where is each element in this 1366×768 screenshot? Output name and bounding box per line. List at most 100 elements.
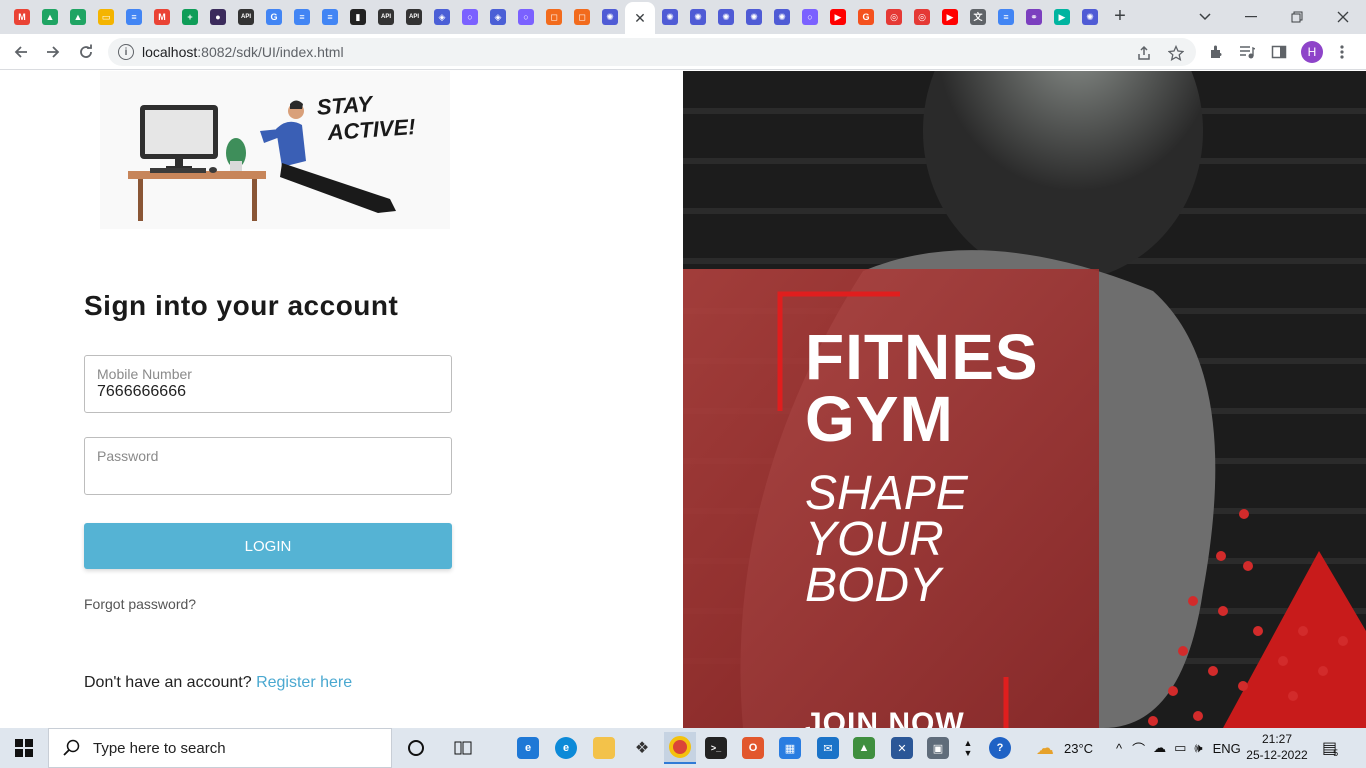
more-menu-icon[interactable] <box>1333 43 1351 61</box>
browser-tab[interactable]: ◎ <box>880 2 908 32</box>
browser-tab[interactable]: ▭ <box>92 2 120 32</box>
help-icon: ? <box>989 737 1011 759</box>
gear-icon: ✺ <box>690 9 706 25</box>
browser-tab[interactable]: G <box>260 2 288 32</box>
browser-tab[interactable]: G <box>852 2 880 32</box>
browser-tab[interactable]: ▲ <box>36 2 64 32</box>
network-icon[interactable]: ⌒ <box>1132 739 1145 758</box>
active-tab[interactable]: ✕ <box>625 2 655 34</box>
browser-tab[interactable]: ▶ <box>936 2 964 32</box>
browser-tab[interactable]: API <box>400 2 428 32</box>
browser-tab[interactable]: ▶ <box>1048 2 1076 32</box>
minimize-button[interactable] <box>1228 0 1274 34</box>
taskbar-internet-explorer[interactable]: e <box>512 732 544 764</box>
register-link[interactable]: Register here <box>256 674 352 691</box>
browser-tab[interactable]: ◈ <box>428 2 456 32</box>
mobile-number-field[interactable]: Mobile Number 7666666666 <box>84 355 452 413</box>
browser-tab[interactable]: ✺ <box>768 2 796 32</box>
profile-avatar[interactable]: H <box>1301 41 1323 63</box>
google-docs-icon: ≡ <box>322 9 338 25</box>
url-text[interactable]: localhost:8082/sdk/UI/index.html <box>142 44 344 60</box>
language-indicator[interactable]: ENG <box>1213 741 1241 756</box>
weather-widget[interactable]: ☁ 23°C <box>1036 728 1093 768</box>
side-panel-icon[interactable] <box>1270 43 1288 61</box>
reload-button[interactable] <box>73 39 99 65</box>
target-icon: ◎ <box>886 9 902 25</box>
media-control-icon[interactable] <box>1238 43 1256 61</box>
browser-tab[interactable]: API <box>232 2 260 32</box>
browser-tab[interactable]: ✺ <box>656 2 684 32</box>
forgot-password-link[interactable]: Forgot password? <box>84 596 196 612</box>
browser-tab[interactable]: M <box>8 2 36 32</box>
address-bar[interactable]: i localhost:8082/sdk/UI/index.html <box>108 38 1196 66</box>
start-button[interactable] <box>0 728 48 768</box>
notification-center[interactable]: ▤ 5 <box>1322 728 1338 768</box>
browser-tab[interactable]: ≡ <box>992 2 1020 32</box>
browser-tab[interactable]: + <box>176 2 204 32</box>
taskbar-chart-app[interactable]: ▲ <box>848 732 880 764</box>
back-button[interactable] <box>8 39 34 65</box>
browser-tab[interactable]: ▶ <box>824 2 852 32</box>
volume-icon[interactable]: 🕪 <box>1194 740 1202 756</box>
minimize-icon <box>1245 16 1257 18</box>
password-field[interactable]: Password <box>84 437 452 495</box>
taskbar-scroll[interactable]: ▲ ▼ <box>960 728 976 768</box>
browser-tab[interactable]: ◈ <box>484 2 512 32</box>
task-view-icon <box>454 741 472 755</box>
new-tab-button[interactable]: + <box>1108 4 1132 28</box>
taskbar-terminal[interactable]: >_ <box>700 732 732 764</box>
browser-tab[interactable]: ◎ <box>908 2 936 32</box>
browser-tab[interactable]: M <box>148 2 176 32</box>
tab-search-button[interactable] <box>1182 0 1228 34</box>
browser-tab[interactable]: API <box>372 2 400 32</box>
browser-tab[interactable]: ✺ <box>596 2 624 32</box>
browser-tab[interactable]: ◻ <box>568 2 596 32</box>
taskbar-window-app[interactable]: ▣ <box>922 732 954 764</box>
taskbar-vs-code-app[interactable]: ✕ <box>886 732 918 764</box>
browser-tab[interactable]: ≡ <box>316 2 344 32</box>
arrow-left-icon <box>14 46 27 58</box>
login-button[interactable]: LOGIN <box>84 523 452 569</box>
taskbar-chrome[interactable] <box>664 732 696 764</box>
link-icon: ⚭ <box>1026 9 1042 25</box>
clock[interactable]: 21:27 25-12-2022 <box>1244 731 1310 763</box>
site-info-icon[interactable]: i <box>118 44 134 60</box>
browser-tab[interactable]: ✺ <box>740 2 768 32</box>
notification-count: 5 <box>1333 748 1339 758</box>
share-icon[interactable] <box>1135 44 1153 62</box>
browser-tab[interactable]: ⚭ <box>1020 2 1048 32</box>
cortana-button[interactable] <box>400 732 432 764</box>
mobile-number-value[interactable]: 7666666666 <box>97 383 186 401</box>
forward-button[interactable] <box>40 39 66 65</box>
onedrive-icon[interactable]: ☁ <box>1153 740 1166 756</box>
help-button[interactable]: ? <box>984 732 1016 764</box>
show-hidden-icons[interactable]: ^ <box>1116 741 1122 756</box>
bookmark-star-icon[interactable] <box>1167 44 1185 62</box>
taskbar-store[interactable]: ▦ <box>774 732 806 764</box>
taskbar-edge[interactable]: e <box>550 732 582 764</box>
browser-tab[interactable]: ✺ <box>1076 2 1104 32</box>
browser-tab[interactable]: ▲ <box>64 2 92 32</box>
browser-tab[interactable]: ◻ <box>540 2 568 32</box>
browser-tab[interactable]: ○ <box>512 2 540 32</box>
close-icon[interactable]: ✕ <box>634 10 646 27</box>
browser-tab[interactable]: ○ <box>456 2 484 32</box>
taskbar-file-explorer[interactable] <box>588 732 620 764</box>
close-window-button[interactable] <box>1320 0 1366 34</box>
browser-tab[interactable]: 文 <box>964 2 992 32</box>
display-icon[interactable]: ▭ <box>1174 740 1186 756</box>
extensions-icon[interactable] <box>1207 43 1225 61</box>
browser-tab[interactable]: ≡ <box>120 2 148 32</box>
restore-button[interactable] <box>1274 0 1320 34</box>
browser-tab[interactable]: ● <box>204 2 232 32</box>
browser-tab[interactable]: ≡ <box>288 2 316 32</box>
browser-tab[interactable]: ✺ <box>712 2 740 32</box>
browser-tab[interactable]: ▮ <box>344 2 372 32</box>
taskbar-search-box[interactable]: Type here to search <box>48 728 392 768</box>
browser-tab[interactable]: ○ <box>796 2 824 32</box>
taskbar-mail[interactable]: ✉ <box>812 732 844 764</box>
taskbar-dropbox[interactable]: ❖ <box>626 732 658 764</box>
task-view-button[interactable] <box>447 732 479 764</box>
browser-tab[interactable]: ✺ <box>684 2 712 32</box>
taskbar-office[interactable]: O <box>737 732 769 764</box>
